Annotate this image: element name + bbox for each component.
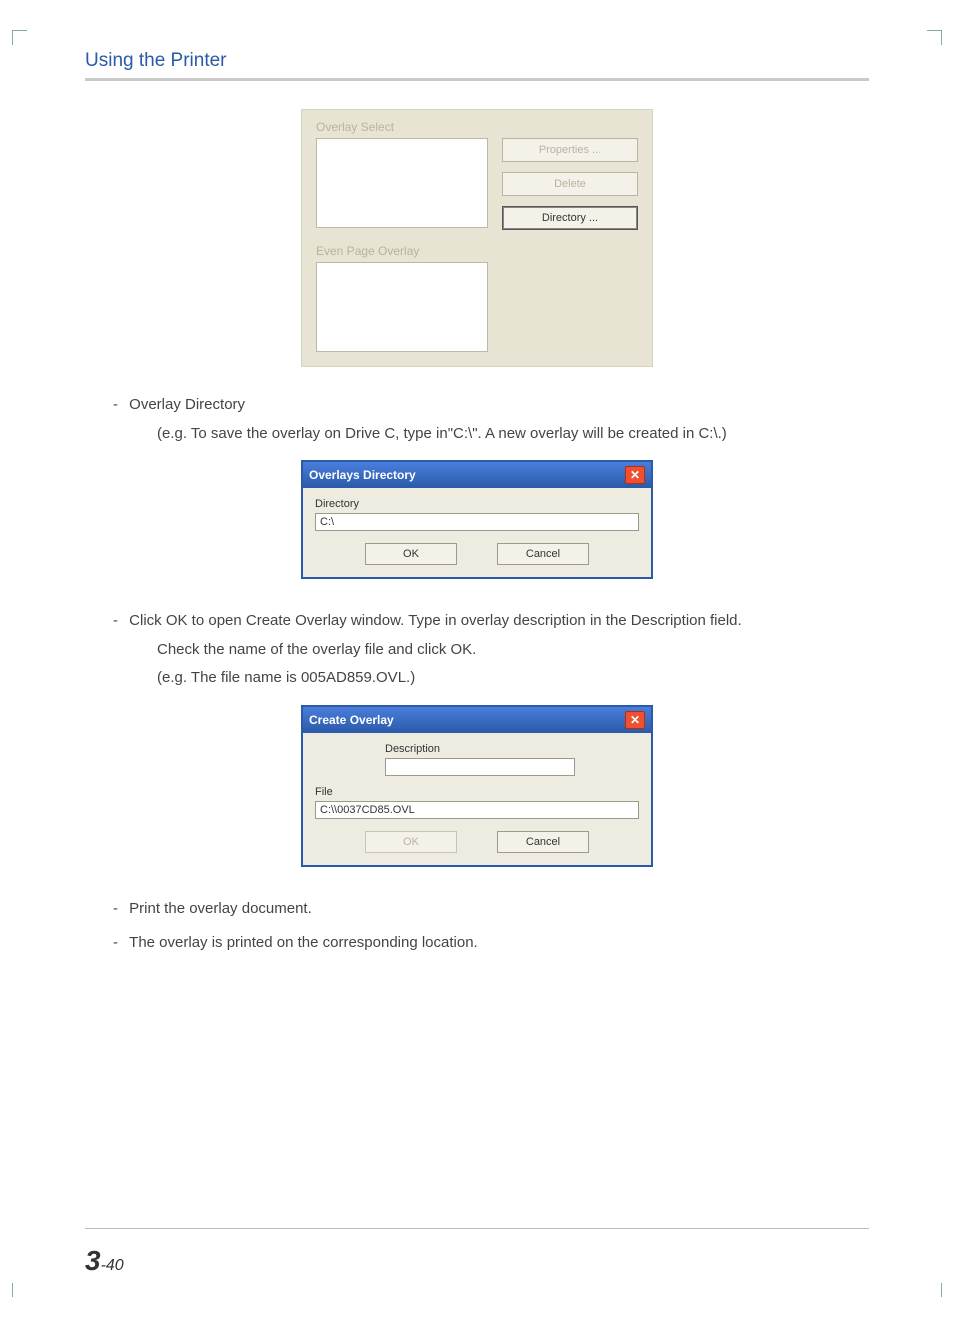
footer-rule	[85, 1228, 869, 1229]
instruction-subtext: (e.g. The file name is 005AD859.OVL.)	[157, 664, 869, 693]
file-input[interactable]	[315, 801, 639, 819]
dialog-titlebar: Create Overlay ✕	[303, 707, 651, 733]
directory-button[interactable]: Directory ...	[502, 206, 638, 230]
file-label: File	[315, 786, 639, 798]
overlay-select-panel: Overlay Select Properties ... Delete Dir…	[301, 109, 653, 367]
cancel-button[interactable]: Cancel	[497, 831, 589, 853]
even-page-overlay-label: Even Page Overlay	[316, 244, 638, 258]
instruction-text: Print the overlay document.	[129, 900, 312, 917]
crop-mark	[927, 30, 942, 45]
instruction-text: Overlay Directory	[129, 396, 245, 413]
close-icon[interactable]: ✕	[625, 466, 645, 484]
overlays-directory-dialog: Overlays Directory ✕ Directory OK Cancel	[301, 460, 653, 579]
directory-label: Directory	[315, 498, 639, 510]
crop-mark	[927, 1283, 942, 1297]
dialog-titlebar: Overlays Directory ✕	[303, 462, 651, 488]
even-page-overlay-listbox[interactable]	[316, 262, 488, 352]
overlay-select-listbox[interactable]	[316, 138, 488, 228]
close-icon[interactable]: ✕	[625, 711, 645, 729]
crop-mark	[12, 30, 27, 45]
header-rule	[85, 78, 869, 81]
ok-button[interactable]: OK	[365, 831, 457, 853]
instruction-subtext: (e.g. To save the overlay on Drive C, ty…	[157, 420, 869, 449]
overlay-select-label: Overlay Select	[316, 120, 638, 134]
instruction-block: - Click OK to open Create Overlay window…	[113, 607, 869, 693]
directory-input[interactable]	[315, 513, 639, 531]
dialog-title: Create Overlay	[309, 713, 394, 727]
cancel-button[interactable]: Cancel	[497, 543, 589, 565]
instruction-block: - The overlay is printed on the correspo…	[113, 929, 869, 958]
instruction-subtext: Check the name of the overlay file and c…	[157, 636, 869, 665]
instruction-block: - Overlay Directory (e.g. To save the ov…	[113, 391, 869, 448]
delete-button[interactable]: Delete	[502, 172, 638, 196]
ok-button[interactable]: OK	[365, 543, 457, 565]
description-label: Description	[385, 743, 639, 755]
section-header: Using the Printer	[85, 50, 869, 72]
description-input[interactable]	[385, 758, 575, 776]
instruction-text: Click OK to open Create Overlay window. …	[129, 612, 742, 629]
create-overlay-dialog: Create Overlay ✕ Description File OK Can…	[301, 705, 653, 867]
properties-button[interactable]: Properties ...	[502, 138, 638, 162]
crop-mark	[12, 1283, 27, 1297]
page-number: 3-40	[85, 1245, 124, 1277]
instruction-text: The overlay is printed on the correspond…	[129, 934, 478, 951]
dialog-title: Overlays Directory	[309, 468, 416, 482]
instruction-block: - Print the overlay document.	[113, 895, 869, 924]
